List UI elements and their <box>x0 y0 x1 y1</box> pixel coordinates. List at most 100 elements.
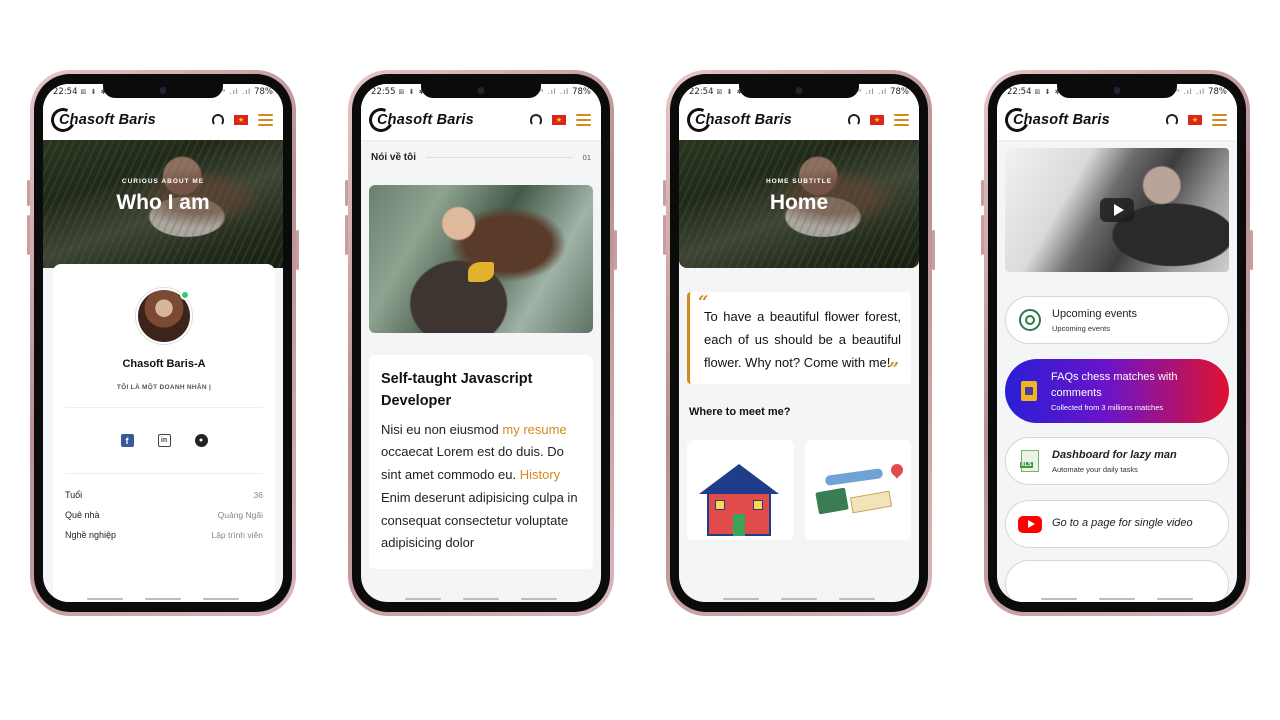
article-body: Nisi eu non eiusmod my resume occaecat L… <box>381 419 581 556</box>
phone-mockup-1: 22:54⊠ ⬇ ✱ ☺ ◉ ⎍ᴺ ⁴ᴳ .ıl .ıl78% Chasoft … <box>27 70 299 616</box>
logo[interactable]: Chasoft Baris <box>47 104 156 136</box>
link-faqs-chess[interactable]: FAQs chess matches with comments Collect… <box>1005 359 1229 423</box>
link-title: Upcoming events <box>1052 307 1137 320</box>
logo[interactable]: Chasoft Baris <box>683 104 792 136</box>
info-value: 36 <box>253 490 263 500</box>
app-bar: Chasoft Baris ★ <box>43 100 283 140</box>
link-upcoming-events[interactable]: Upcoming events Upcoming events <box>1005 296 1229 344</box>
hero-subtitle: CURIOUS ABOUT ME <box>121 178 205 185</box>
quote-text: To have a beautiful flower forest, each … <box>704 309 901 370</box>
headset-icon[interactable] <box>530 114 542 126</box>
screen-links: 22:54⊠ ⬇ ✱ ☺ ◉ ⎍ᴺ ⁴ᴳ .ıl .ıl78% Chasoft … <box>997 84 1237 602</box>
facebook-icon[interactable]: f <box>120 434 134 447</box>
app-bar: Chasoft Baris ★ <box>361 100 601 140</box>
info-label: Tuổi <box>65 490 83 500</box>
meet-section-title: Where to meet me? <box>689 406 791 419</box>
vietnam-flag-icon[interactable]: ★ <box>870 115 884 125</box>
logo[interactable]: Chasoft Baris <box>365 104 474 136</box>
meet-card-travel[interactable] <box>804 440 911 541</box>
vietnam-flag-icon[interactable]: ★ <box>552 115 566 125</box>
play-button-icon[interactable] <box>1100 198 1134 222</box>
link-title: Dashboard for lazy man <box>1052 448 1177 461</box>
front-camera <box>159 87 167 94</box>
house-illustration <box>699 452 779 537</box>
meet-card-home[interactable] <box>687 440 794 541</box>
hamburger-menu-icon[interactable] <box>1212 113 1227 127</box>
battery-level: 78% <box>254 87 273 97</box>
logo-ring-icon <box>47 104 79 136</box>
battery-level: 78% <box>1208 87 1227 97</box>
sim-card-icon <box>1021 381 1037 401</box>
hero-banner: HOME SUBTITLE Home <box>679 140 919 268</box>
article-text: Enim deserunt adipisicing culpa in conse… <box>381 489 578 551</box>
hero-banner: CURIOUS ABOUT ME Who I am <box>43 140 283 268</box>
flag-star: ★ <box>555 116 563 124</box>
section-header: Nói về tôi 01 <box>361 140 601 163</box>
screen-home: 22:54⊠ ⬇ ✱ ☺ ◉ ⎍ᴺ ⁴ᴳ .ıl .ıl78% Chasoft … <box>679 84 919 602</box>
section-line <box>426 157 573 158</box>
xls-badge: XLS <box>1020 462 1033 468</box>
home-indicator <box>679 598 919 600</box>
flag-star: ★ <box>237 116 245 124</box>
target-ring-icon <box>1019 309 1041 331</box>
info-value: Quảng Ngãi <box>217 510 263 520</box>
linkedin-icon[interactable]: in <box>157 434 171 447</box>
headset-icon[interactable] <box>212 114 224 126</box>
link-subtitle: Upcoming events <box>1052 324 1110 334</box>
xls-file-icon: XLS <box>1020 450 1039 472</box>
clock: 22:54 <box>53 87 78 97</box>
open-quote-icon: “ <box>698 292 709 313</box>
flag-star: ★ <box>873 116 881 124</box>
flag-star: ★ <box>1191 116 1199 124</box>
vietnam-flag-icon[interactable]: ★ <box>234 115 248 125</box>
link-dashboard[interactable]: XLS Dashboard for lazy man Automate your… <box>1005 437 1229 485</box>
headset-icon[interactable] <box>1166 114 1178 126</box>
front-camera <box>477 87 485 94</box>
info-value: Lập trình viên <box>211 530 263 540</box>
link-single-video[interactable]: Go to a page for single video <box>1005 500 1229 548</box>
link-title: FAQs chess matches with comments <box>1051 371 1178 399</box>
clock: 22:55 <box>371 87 396 97</box>
app-bar: Chasoft Baris ★ <box>679 100 919 140</box>
phone-mockup-4: 22:54⊠ ⬇ ✱ ☺ ◉ ⎍ᴺ ⁴ᴳ .ıl .ıl78% Chasoft … <box>981 70 1253 616</box>
profile-card: Chasoft Baris-A TÔI LÀ MỘT DOANH NHÂN | … <box>53 264 275 602</box>
divider <box>65 407 263 408</box>
link-next-partial[interactable] <box>1005 560 1229 602</box>
history-link[interactable]: History <box>520 467 560 482</box>
video-player[interactable] <box>1005 148 1229 272</box>
hamburger-menu-icon[interactable] <box>894 113 909 127</box>
hero-title: Who I am <box>116 191 210 214</box>
link-subtitle: Automate your daily tasks <box>1052 465 1138 475</box>
profile-name: Chasoft Baris-A <box>122 358 206 370</box>
home-indicator <box>361 598 601 600</box>
showcase-stage: 22:54⊠ ⬇ ✱ ☺ ◉ ⎍ᴺ ⁴ᴳ .ıl .ıl78% Chasoft … <box>0 0 1280 720</box>
close-quote-icon: ” <box>888 359 899 381</box>
info-row-hometown: Quê nhà Quảng Ngãi <box>65 510 263 520</box>
github-icon[interactable]: ● <box>194 434 208 447</box>
hamburger-menu-icon[interactable] <box>576 113 591 127</box>
phone-mockup-3: 22:54⊠ ⬇ ✱ ☺ ◉ ⎍ᴺ ⁴ᴳ .ıl .ıl78% Chasoft … <box>663 70 935 616</box>
vietnam-flag-icon[interactable]: ★ <box>1188 115 1202 125</box>
logo-ring-icon <box>1001 104 1033 136</box>
hero-subtitle: HOME SUBTITLE <box>765 178 833 185</box>
logo[interactable]: Chasoft Baris <box>1001 104 1110 136</box>
headset-icon[interactable] <box>848 114 860 126</box>
resume-link[interactable]: my resume <box>502 422 566 437</box>
phone-mockup-2: 22:55⊠ ⬇ ✱ ☺ ◉ ⎍ᴺ ⁴ᴳ .ıl .ıl78% Chasoft … <box>345 70 617 616</box>
article-text: Nisi eu non eiusmod <box>381 421 503 437</box>
link-title: Go to a page for single video <box>1052 517 1193 530</box>
meet-cards <box>687 440 911 541</box>
screen-blog: 22:55⊠ ⬇ ✱ ☺ ◉ ⎍ᴺ ⁴ᴳ .ıl .ıl78% Chasoft … <box>361 84 601 602</box>
hamburger-menu-icon[interactable] <box>258 113 273 127</box>
logo-ring-icon <box>365 104 397 136</box>
front-camera <box>1113 87 1121 94</box>
front-camera <box>795 87 803 94</box>
section-number: 01 <box>582 153 591 162</box>
clock: 22:54 <box>1007 87 1032 97</box>
battery-level: 78% <box>890 87 909 97</box>
profile-tagline: TÔI LÀ MỘT DOANH NHÂN | <box>116 384 212 391</box>
hero-title: Home <box>769 191 829 214</box>
online-indicator <box>180 290 190 300</box>
app-bar: Chasoft Baris ★ <box>997 100 1237 140</box>
travel-illustration <box>811 461 905 522</box>
